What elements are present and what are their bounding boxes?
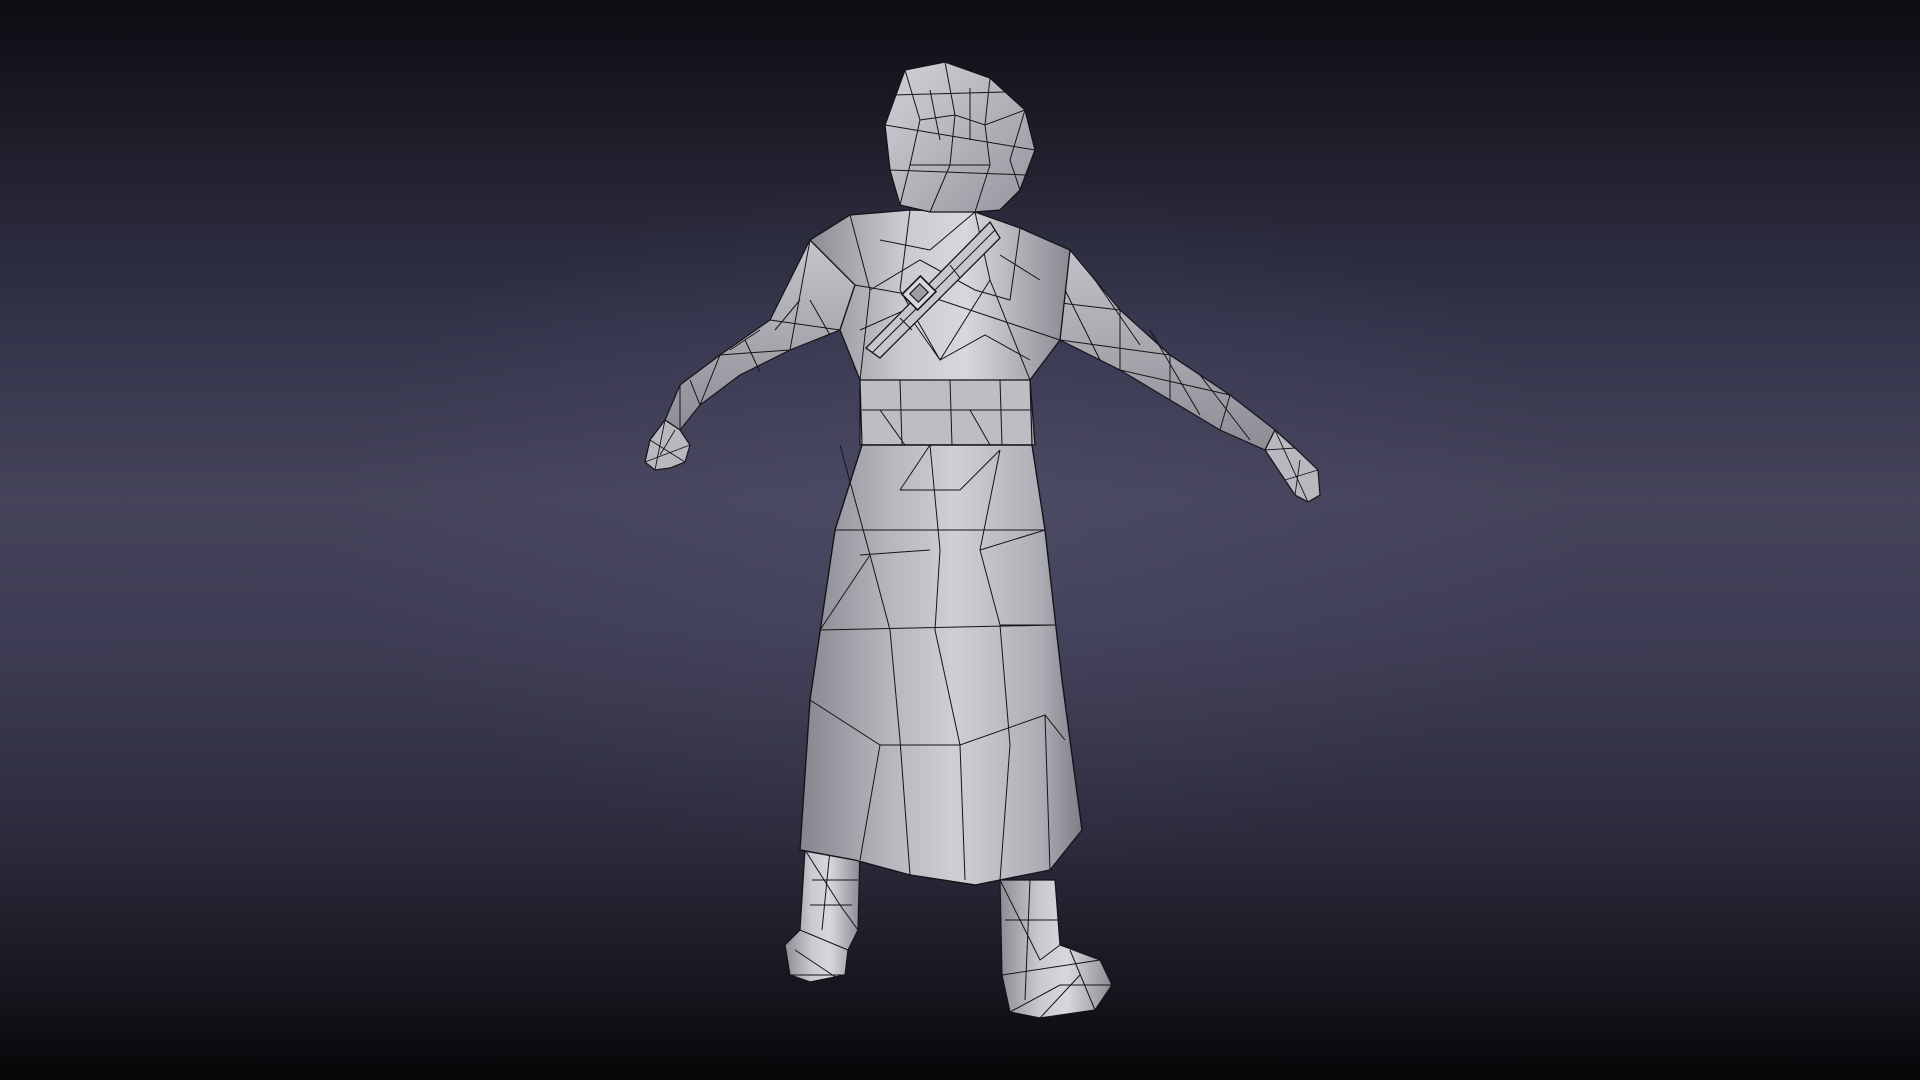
- character-model: [644, 61, 1321, 1019]
- hood: [884, 61, 1036, 213]
- torso: [808, 209, 1071, 446]
- left-arm: [644, 238, 856, 471]
- left-boot: [784, 847, 861, 983]
- right-boot: [999, 879, 1113, 1019]
- render-viewport: [0, 0, 1920, 1080]
- coat-skirt: [799, 444, 1083, 886]
